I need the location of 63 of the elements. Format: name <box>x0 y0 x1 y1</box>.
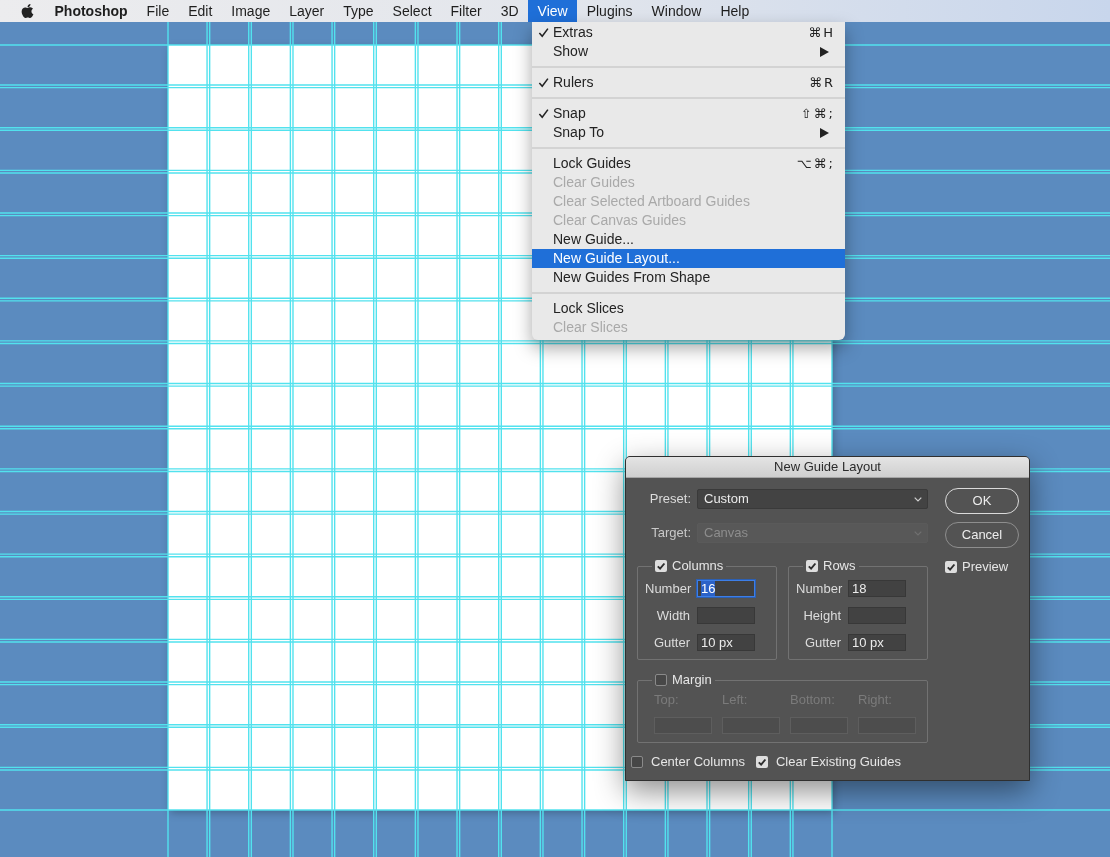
check-icon <box>538 108 549 119</box>
triangle-icon <box>820 127 829 138</box>
checkbox[interactable] <box>755 756 768 768</box>
menu-item[interactable]: Extras ⌘H <box>532 23 845 42</box>
menu-bar-item[interactable]: Select <box>383 0 442 22</box>
check-icon <box>538 77 549 88</box>
checkbox[interactable] <box>945 561 957 573</box>
field-label: Preset: <box>648 490 691 509</box>
checkbox-label: Margin <box>672 671 712 690</box>
menu-item[interactable]: Snap ⇧⌘; <box>532 104 845 123</box>
input-field[interactable] <box>848 607 906 624</box>
menu-item[interactable]: New Guide Layout... <box>532 249 845 268</box>
menu-item[interactable]: New Guide... <box>532 230 845 249</box>
apple-icon[interactable] <box>20 3 35 19</box>
triangle-icon <box>820 46 829 57</box>
input-field[interactable]: 10 px <box>697 634 755 651</box>
input-field[interactable]: 18 <box>848 580 906 597</box>
menu-bar-item[interactable]: Help <box>710 0 759 22</box>
dialog-button[interactable]: Cancel <box>945 522 1019 548</box>
menu-bar-item[interactable]: Type <box>333 0 384 22</box>
menu-bar-item[interactable]: Plugins <box>577 0 643 22</box>
field-label: Target: <box>650 524 691 543</box>
menu-bar-item[interactable]: File <box>137 0 179 22</box>
field-label: Height <box>802 606 841 625</box>
menu-item[interactable]: Rulers ⌘R <box>532 73 845 92</box>
menu-bar-item[interactable]: Image <box>221 0 280 22</box>
menu-item[interactable]: New Guides From Shape <box>532 268 845 287</box>
keyboard-shortcut: ⌥⌘; <box>796 154 835 173</box>
checkbox-label: Center Columns <box>651 753 745 772</box>
keyboard-shortcut: ⌘R <box>808 73 835 92</box>
keyboard-shortcut: ⇧⌘; <box>800 104 835 123</box>
field-label: Number <box>796 579 841 598</box>
menu-bar-item[interactable]: View <box>528 0 578 22</box>
checkbox-label: Rows <box>823 557 856 576</box>
menu-bar-item[interactable]: 3D <box>491 0 529 22</box>
chevron-down-icon <box>914 496 922 502</box>
field-label: Gutter <box>652 633 690 652</box>
dialog-button[interactable]: OK <box>945 488 1019 514</box>
checkbox-label: Columns <box>672 557 724 576</box>
menu-bar-item[interactable]: Window <box>642 0 711 22</box>
field-label: Number <box>645 579 690 598</box>
checkbox[interactable] <box>806 560 818 572</box>
checkbox-label: Preview <box>962 558 1009 577</box>
menu-item[interactable]: Show <box>532 42 845 61</box>
menu-bar-item[interactable]: Layer <box>279 0 334 22</box>
input-field[interactable]: 10 px <box>848 634 906 651</box>
dropdown[interactable]: Custom <box>697 489 928 509</box>
field-label: Width <box>655 606 690 625</box>
input-field[interactable]: 16 <box>697 580 755 597</box>
field-label: Gutter <box>803 633 841 652</box>
app-menu[interactable]: Photoshop <box>45 0 138 22</box>
checkbox-label: Clear Existing Guides <box>775 753 901 772</box>
menu-item[interactable]: Snap To <box>532 123 845 142</box>
menu-bar-item[interactable]: Filter <box>441 0 492 22</box>
check-icon <box>538 27 549 38</box>
input-field[interactable] <box>697 607 755 624</box>
dialog-title: New Guide Layout <box>774 458 881 477</box>
menu-item[interactable]: Lock Slices <box>532 299 845 318</box>
keyboard-shortcut: ⌘H <box>808 23 835 42</box>
menu-bar-item[interactable]: Edit <box>178 0 222 22</box>
checkbox[interactable] <box>631 756 643 768</box>
menu-item[interactable]: Lock Guides ⌥⌘; <box>532 154 845 173</box>
checkbox[interactable] <box>655 560 667 572</box>
